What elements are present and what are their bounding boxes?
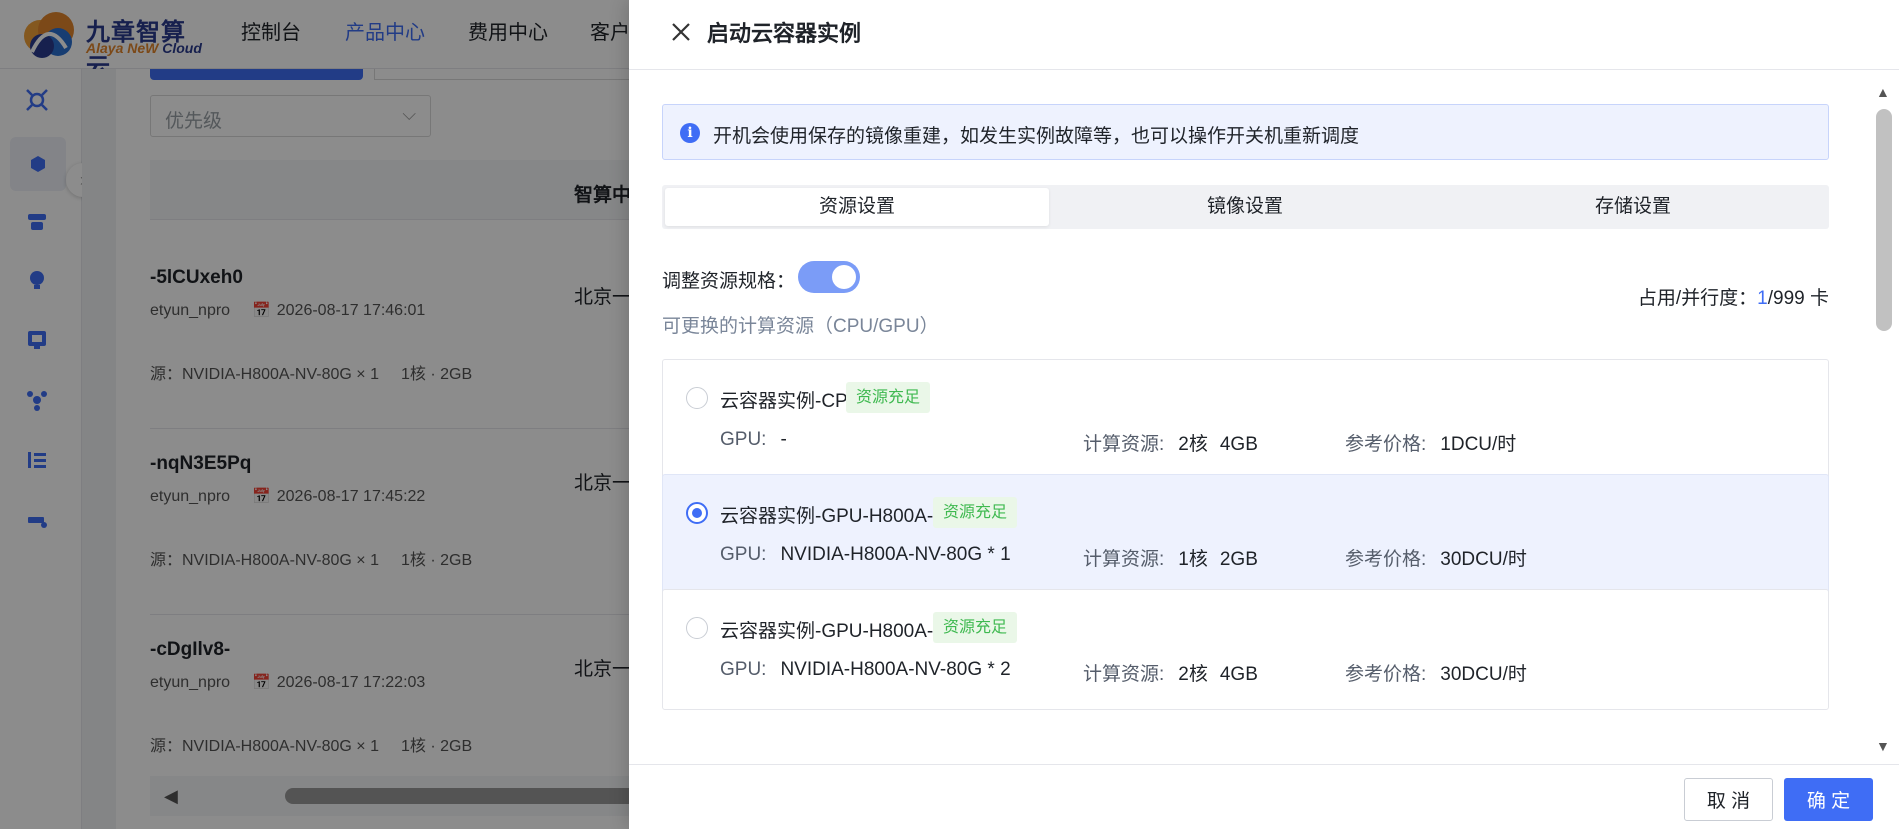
drawer-footer: 取 消 确 定 bbox=[629, 764, 1899, 829]
compute-resource-label: 可更换的计算资源（CPU/GPU） bbox=[662, 316, 939, 337]
usage-indicator: 占用/并行度：1/999 卡 bbox=[1637, 288, 1829, 309]
option-compute: 计算资源: 2核 4GB bbox=[1083, 664, 1258, 685]
radio-button[interactable] bbox=[686, 502, 708, 524]
adjust-spec-toggle[interactable] bbox=[798, 261, 860, 293]
resource-option-cpu[interactable]: 云容器实例-CPU 资源充足 GPU: - 计算资源: 2核 4GB 参考价格: 1DC… bbox=[662, 359, 1829, 480]
resource-option-gpu-1[interactable]: 云容器实例-GPU-H800A-1卡 资源充足 GPU: NVIDIA-H800A… bbox=[662, 474, 1829, 595]
tab-storage-settings[interactable]: 存储设置 bbox=[1441, 188, 1825, 226]
confirm-button[interactable]: 确 定 bbox=[1784, 778, 1873, 821]
option-gpu: GPU: NVIDIA-H800A-NV-80G * 1 bbox=[720, 544, 1011, 565]
scroll-up-icon[interactable]: ▲ bbox=[1876, 84, 1890, 100]
option-gpu: GPU: NVIDIA-H800A-NV-80G * 2 bbox=[720, 659, 1011, 680]
info-alert: i 开机会使用保存的镜像重建，如发生实例故障等，也可以操作开关机重新调度 bbox=[662, 104, 1829, 160]
drawer-body: i 开机会使用保存的镜像重建，如发生实例故障等，也可以操作开关机重新调度 资源设… bbox=[629, 71, 1899, 764]
option-price: 参考价格: 1DCU/时 bbox=[1345, 434, 1517, 455]
option-name: 云容器实例-CPU bbox=[720, 391, 862, 412]
settings-tabs: 资源设置 镜像设置 存储设置 bbox=[662, 185, 1829, 229]
option-compute: 计算资源: 2核 4GB bbox=[1083, 434, 1258, 455]
option-name: 云容器实例-GPU-H800A-2卡 bbox=[720, 621, 963, 642]
tab-image-settings[interactable]: 镜像设置 bbox=[1053, 188, 1437, 226]
status-badge: 资源充足 bbox=[933, 612, 1018, 643]
scroll-down-icon[interactable]: ▼ bbox=[1876, 738, 1890, 754]
option-compute: 计算资源: 1核 2GB bbox=[1083, 549, 1258, 570]
info-text: 开机会使用保存的镜像重建，如发生实例故障等，也可以操作开关机重新调度 bbox=[713, 126, 1360, 147]
cancel-button[interactable]: 取 消 bbox=[1684, 778, 1773, 821]
resource-option-gpu-2[interactable]: 云容器实例-GPU-H800A-2卡 资源充足 GPU: NVIDIA-H800A… bbox=[662, 589, 1829, 710]
radio-button[interactable] bbox=[686, 617, 708, 639]
status-badge: 资源充足 bbox=[933, 497, 1018, 528]
tab-resource-settings[interactable]: 资源设置 bbox=[665, 188, 1049, 226]
start-instance-drawer: 启动云容器实例 i 开机会使用保存的镜像重建，如发生实例故障等，也可以操作开关机… bbox=[629, 0, 1899, 829]
close-icon[interactable] bbox=[667, 18, 695, 46]
adjust-spec-label: 调整资源规格： bbox=[662, 271, 796, 292]
option-price: 参考价格: 30DCU/时 bbox=[1345, 664, 1527, 685]
toggle-knob bbox=[832, 265, 856, 289]
radio-button[interactable] bbox=[686, 387, 708, 409]
status-badge: 资源充足 bbox=[846, 382, 931, 413]
info-icon: i bbox=[680, 123, 700, 143]
drawer-header: 启动云容器实例 bbox=[629, 0, 1899, 70]
option-price: 参考价格: 30DCU/时 bbox=[1345, 549, 1527, 570]
option-gpu: GPU: - bbox=[720, 429, 787, 450]
drawer-title: 启动云容器实例 bbox=[707, 21, 862, 46]
scroll-thumb[interactable] bbox=[1876, 109, 1892, 331]
option-name: 云容器实例-GPU-H800A-1卡 bbox=[720, 506, 963, 527]
vertical-scrollbar[interactable]: ▲ ▼ bbox=[1868, 71, 1899, 764]
